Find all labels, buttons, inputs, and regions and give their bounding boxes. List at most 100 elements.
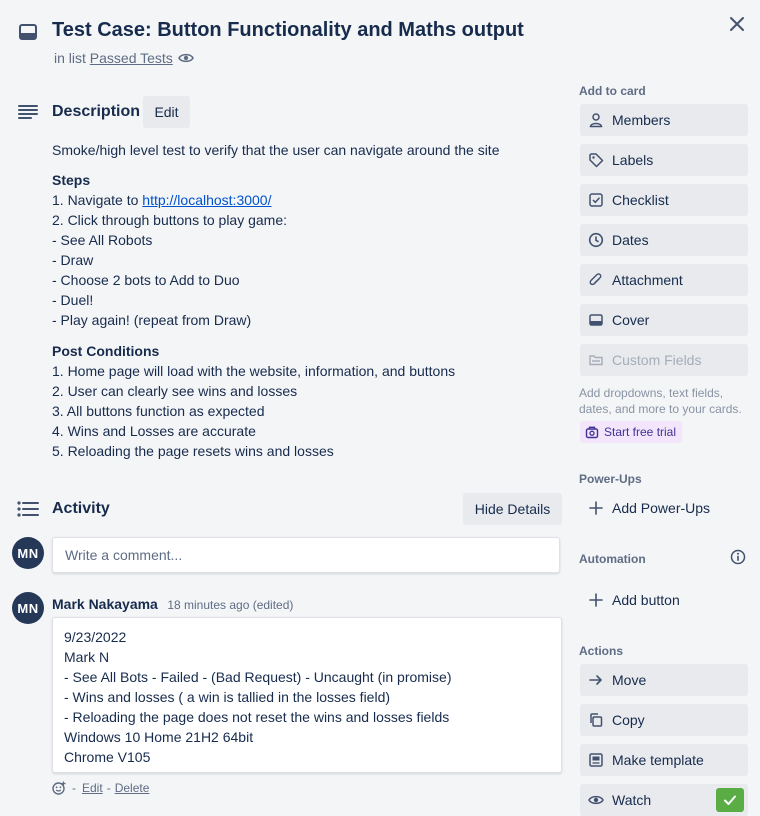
hide-details-button[interactable]: Hide Details <box>463 493 562 525</box>
step-line: - Draw <box>52 252 94 268</box>
clock-icon <box>588 232 604 248</box>
dates-button[interactable]: Dates <box>580 224 748 256</box>
post-condition-line: 2. User can clearly see wins and losses <box>52 383 298 399</box>
separator: - <box>72 781 76 795</box>
start-free-trial-button[interactable]: Start free trial <box>580 421 683 443</box>
arrow-right-icon <box>588 672 604 688</box>
info-icon[interactable] <box>730 549 746 565</box>
add-button-label: Add button <box>612 592 680 608</box>
card-title: Test Case: Button Functionality and Math… <box>52 19 524 41</box>
power-ups-label: Power-Ups <box>579 472 642 486</box>
comment-meta: Mark Nakayama 18 minutes ago (edited) <box>52 596 293 614</box>
automation-label: Automation <box>579 552 646 566</box>
copy-button[interactable]: Copy <box>580 704 748 736</box>
comment-time[interactable]: 18 minutes ago (edited) <box>167 598 293 612</box>
post-condition-line: 4. Wins and Losses are accurate <box>52 423 256 439</box>
watch-label: Watch <box>612 792 652 808</box>
add-power-ups-button[interactable]: Add Power-Ups <box>580 492 748 524</box>
cover-label: Cover <box>612 312 650 328</box>
add-to-card-label: Add to card <box>579 84 646 98</box>
avatar[interactable]: MN <box>12 537 44 569</box>
make-template-label: Make template <box>612 752 704 768</box>
template-icon <box>588 752 604 768</box>
comment-line: 9/23/2022 <box>64 629 127 645</box>
comment-line: - See All Bots - Failed - (Bad Request) … <box>64 669 452 685</box>
post-condition-line: 1. Home page will load with the website,… <box>52 363 456 379</box>
comment-author[interactable]: Mark Nakayama <box>52 596 158 612</box>
comment-edit-link[interactable]: Edit <box>82 781 103 795</box>
step-line: - See All Robots <box>52 232 153 248</box>
watch-button[interactable]: Watch <box>580 784 748 816</box>
list-link[interactable]: Passed Tests <box>90 50 173 66</box>
activity-heading: Activity <box>52 500 110 517</box>
list-breadcrumb: in list Passed Tests <box>54 50 173 66</box>
step-1-text: 1. Navigate to <box>52 192 143 208</box>
labels-button[interactable]: Labels <box>580 144 748 176</box>
custom-fields-label: Custom Fields <box>612 352 702 368</box>
add-reaction-icon[interactable] <box>52 781 66 795</box>
make-template-button[interactable]: Make template <box>580 744 748 776</box>
move-label: Move <box>612 672 647 688</box>
add-button-button[interactable]: Add button <box>580 584 748 616</box>
description-intro: Smoke/high level test to verify that the… <box>52 142 500 158</box>
separator: - <box>106 781 111 795</box>
plus-icon <box>588 592 604 608</box>
comment-input[interactable]: Write a comment... <box>52 537 560 573</box>
comment-line: Windows 10 Home 21H2 64bit <box>64 729 254 745</box>
members-button[interactable]: Members <box>580 104 748 136</box>
attachment-label: Attachment <box>612 272 683 288</box>
comment-body: 9/23/2022 Mark N - See All Bots - Failed… <box>52 617 562 773</box>
comment-line: Mark N <box>64 649 110 665</box>
actions-label: Actions <box>579 644 624 658</box>
checklist-button[interactable]: Checklist <box>580 184 748 216</box>
card-icon <box>588 312 604 328</box>
description-icon <box>18 104 38 120</box>
custom-fields-button: Custom Fields <box>580 344 748 376</box>
comment-line: - Reloading the page does not reset the … <box>64 709 450 725</box>
comment-line: Chrome V105 <box>64 749 151 765</box>
copy-label: Copy <box>612 712 645 728</box>
close-icon[interactable] <box>726 13 748 35</box>
comment-actions: - Edit - Delete <box>52 781 149 795</box>
activity-icon <box>17 501 39 517</box>
localhost-link[interactable]: http://localhost:3000/ <box>142 192 271 208</box>
description-body: Smoke/high level test to verify that the… <box>52 140 552 461</box>
post-condition-line: 3. All buttons function as expected <box>52 403 265 419</box>
step-line: - Choose 2 bots to Add to Duo <box>52 272 240 288</box>
tag-icon <box>588 152 604 168</box>
gift-icon <box>585 425 599 439</box>
description-edit-button[interactable]: Edit <box>143 96 190 128</box>
attachment-button[interactable]: Attachment <box>580 264 748 296</box>
description-heading: Description <box>52 103 141 120</box>
move-button[interactable]: Move <box>580 664 748 696</box>
cover-button[interactable]: Cover <box>580 304 748 336</box>
comment-delete-link[interactable]: Delete <box>115 781 150 795</box>
watch-eye-icon[interactable] <box>178 51 194 65</box>
steps-heading: Steps <box>52 172 91 188</box>
comment-author-avatar[interactable]: MN <box>12 592 44 624</box>
watch-check-icon <box>716 788 744 812</box>
dates-label: Dates <box>612 232 649 248</box>
add-power-ups-label: Add Power-Ups <box>612 500 711 516</box>
in-list-prefix: in list <box>54 50 86 66</box>
copy-icon <box>588 712 604 728</box>
card-icon <box>18 22 38 42</box>
field-icon <box>588 352 604 368</box>
eye-icon <box>588 792 604 808</box>
paperclip-icon <box>588 272 604 288</box>
comment-line: - Wins and losses ( a win is tallied in … <box>64 689 391 705</box>
post-conditions-heading: Post Conditions <box>52 343 160 359</box>
members-label: Members <box>612 112 671 128</box>
step-1: 1. Navigate to http://localhost:3000/ <box>52 190 552 210</box>
step-line: - Play again! (repeat from Draw) <box>52 312 252 328</box>
step-line: 2. Click through buttons to play game: <box>52 212 288 228</box>
labels-label: Labels <box>612 152 654 168</box>
post-condition-line: 5. Reloading the page resets wins and lo… <box>52 443 334 459</box>
person-icon <box>588 112 604 128</box>
checkbox-icon <box>588 192 604 208</box>
plus-icon <box>588 500 604 516</box>
custom-fields-note: Add dropdowns, text fields, dates, and m… <box>579 386 742 416</box>
start-free-trial-label: Start free trial <box>604 425 677 439</box>
step-line: - Duel! <box>52 292 94 308</box>
checklist-label: Checklist <box>612 192 669 208</box>
